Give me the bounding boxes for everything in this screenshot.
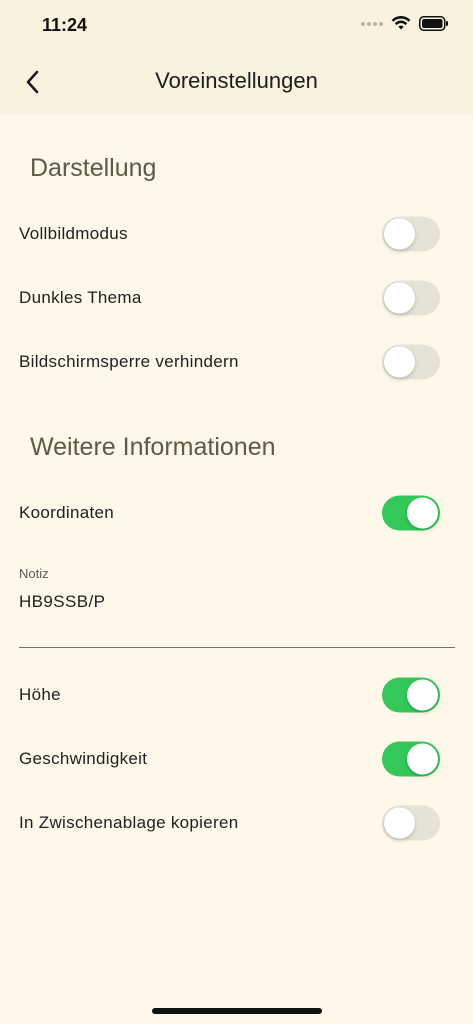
fullscreen-toggle[interactable] <box>382 216 440 252</box>
status-icons <box>361 16 449 31</box>
setting-label: Geschwindigkeit <box>19 749 148 768</box>
setting-row-prevent-screen-lock: Bildschirmsperre verhindern <box>0 334 473 390</box>
note-value[interactable]: HB9SSB/P <box>19 592 105 612</box>
setting-label: Höhe <box>19 685 61 704</box>
wifi-icon <box>391 16 411 30</box>
setting-row-dark-theme: Dunkles Thema <box>0 270 473 326</box>
signal-icon <box>361 21 383 26</box>
toggle-knob <box>384 346 415 378</box>
toggle-knob <box>384 807 415 839</box>
toggle-knob <box>407 743 438 775</box>
setting-label: Vollbildmodus <box>19 224 128 243</box>
toggle-knob <box>407 679 438 711</box>
speed-toggle[interactable] <box>382 741 440 777</box>
coordinates-toggle[interactable] <box>382 495 440 531</box>
setting-label: Dunkles Thema <box>19 288 142 307</box>
setting-label: In Zwischenablage kopieren <box>19 813 239 832</box>
section-title-display: Darstellung <box>30 154 157 182</box>
nav-header: Voreinstellungen <box>0 50 473 114</box>
note-field[interactable]: Notiz HB9SSB/P <box>19 562 455 650</box>
toggle-knob <box>384 218 415 250</box>
home-indicator[interactable] <box>152 1008 322 1014</box>
prevent-screen-lock-toggle[interactable] <box>382 344 440 380</box>
setting-label: Bildschirmsperre verhindern <box>19 352 239 371</box>
setting-row-copy-to-clipboard: In Zwischenablage kopieren <box>0 795 473 851</box>
status-bar: 11:24 <box>0 0 473 50</box>
setting-row-coordinates: Koordinaten <box>0 485 473 541</box>
altitude-toggle[interactable] <box>382 677 440 713</box>
page-title: Voreinstellungen <box>155 68 318 93</box>
dark-theme-toggle[interactable] <box>382 280 440 316</box>
toggle-knob <box>384 282 415 314</box>
toggle-knob <box>407 497 438 529</box>
note-underline <box>19 647 455 648</box>
setting-label: Koordinaten <box>19 503 114 522</box>
section-title-more-info: Weitere Informationen <box>30 433 276 461</box>
note-label: Notiz <box>19 566 49 581</box>
status-time: 11:24 <box>42 15 88 35</box>
setting-row-speed: Geschwindigkeit <box>0 731 473 787</box>
battery-icon <box>419 16 448 31</box>
setting-row-fullscreen: Vollbildmodus <box>0 206 473 262</box>
copy-to-clipboard-toggle[interactable] <box>382 805 440 841</box>
setting-row-altitude: Höhe <box>0 667 473 723</box>
